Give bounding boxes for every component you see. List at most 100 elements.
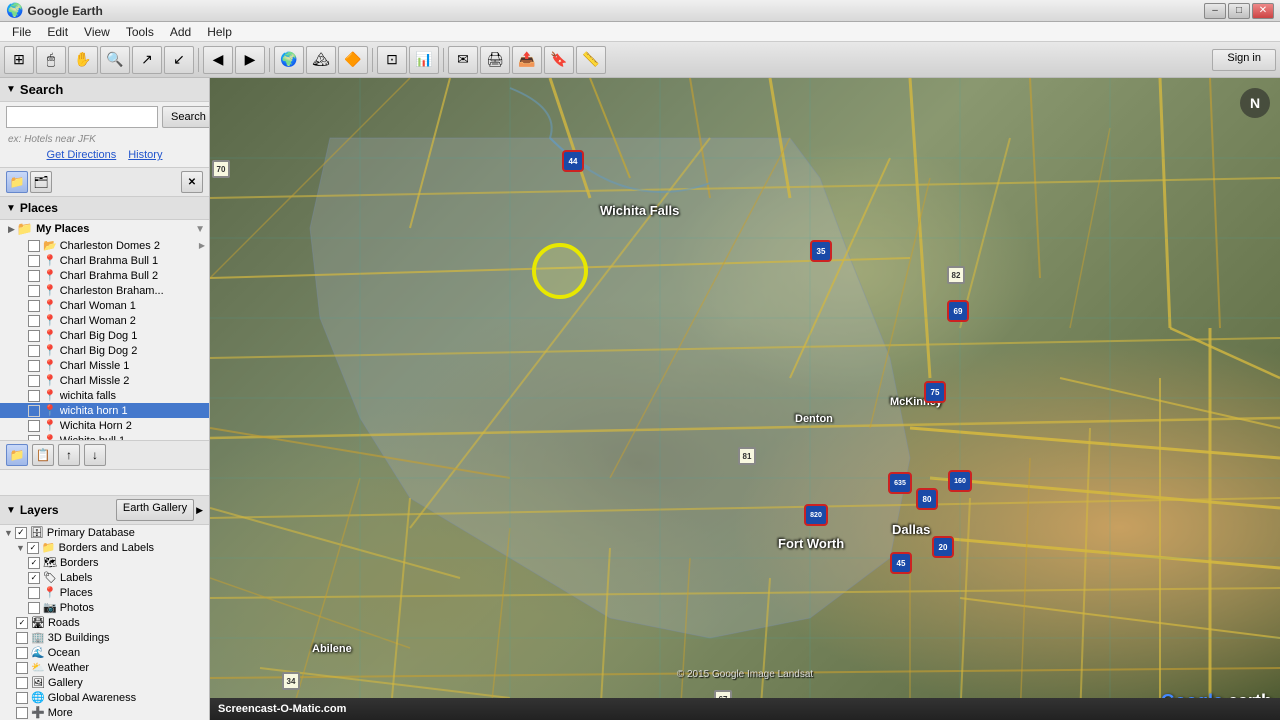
search-collapse-arrow[interactable]: ▼ — [6, 84, 16, 95]
checkbox-icon[interactable]: ✓ — [28, 572, 40, 584]
close-panel-btn[interactable]: ✕ — [181, 171, 203, 193]
layer-global-awareness[interactable]: 🌐 Global Awareness — [0, 690, 209, 705]
places-collapse-arrow[interactable]: ▼ — [6, 203, 16, 214]
checkbox-icon[interactable] — [28, 602, 40, 614]
toolbar-ne-btn[interactable]: ↗ — [132, 46, 162, 74]
history-link[interactable]: History — [128, 149, 162, 161]
search-button[interactable]: Search — [162, 106, 210, 128]
checkbox-icon[interactable] — [28, 390, 40, 402]
layer-more[interactable]: ➕ More — [0, 705, 209, 720]
checkbox-icon[interactable] — [16, 677, 28, 689]
layers-collapse-arrow[interactable]: ▼ — [6, 505, 16, 516]
toolbar-back-btn[interactable]: ◀ — [203, 46, 233, 74]
checkbox-icon[interactable] — [28, 285, 40, 297]
checkbox-icon[interactable]: ✓ — [28, 557, 40, 569]
toolbar-measure-btn[interactable]: 📏 — [576, 46, 606, 74]
panel-folder-btn[interactable]: 📁 — [6, 171, 28, 193]
places-item-charl-big-dog-1[interactable]: 📍 Charl Big Dog 1 — [0, 328, 209, 343]
close-button[interactable]: ✕ — [1252, 3, 1274, 19]
toolbar-polygon-btn[interactable]: 🔶 — [338, 46, 368, 74]
layer-weather[interactable]: ⛅ Weather — [0, 660, 209, 675]
checkbox-icon[interactable] — [28, 330, 40, 342]
panel-list-btn[interactable]: 🗂 — [30, 171, 52, 193]
toolbar-pan-btn[interactable]: ✋ — [68, 46, 98, 74]
places-item-charl-big-dog-2[interactable]: 📍 Charl Big Dog 2 — [0, 343, 209, 358]
layer-places[interactable]: 📍 Places — [0, 585, 209, 600]
checkbox-icon[interactable] — [28, 300, 40, 312]
toolbar-print-btn[interactable]: 🖨 — [480, 46, 510, 74]
checkbox-icon[interactable] — [28, 345, 40, 357]
places-list-btn[interactable]: 📋 — [32, 444, 54, 466]
layer-roads[interactable]: ✓ 🛣 Roads — [0, 615, 209, 630]
toolbar-upload-btn[interactable]: 📤 — [512, 46, 542, 74]
places-item-wichita-horn-1[interactable]: 📍 wichita horn 1 — [0, 403, 209, 418]
minimize-button[interactable]: – — [1204, 3, 1226, 19]
checkbox-icon[interactable] — [16, 692, 28, 704]
layer-borders-labels[interactable]: ▼ ✓ 📁 Borders and Labels — [0, 540, 209, 555]
toolbar-earth-btn[interactable]: 🌍 — [274, 46, 304, 74]
search-header[interactable]: ▼ Search — [0, 78, 209, 102]
places-item-wichita-falls[interactable]: 📍 wichita falls — [0, 388, 209, 403]
places-item-charl-brahma-bull-1[interactable]: 📍 Charl Brahma Bull 1 — [0, 253, 209, 268]
toolbar-sw-btn[interactable]: ↙ — [164, 46, 194, 74]
scroll-down-icon[interactable]: ▼ — [195, 224, 205, 235]
places-root-item[interactable]: ▶ 📁 My Places ▼ — [0, 220, 209, 238]
layer-borders[interactable]: ✓ 🗺 Borders — [0, 555, 209, 570]
places-item-charleston-braham[interactable]: 📍 Charleston Braham... — [0, 283, 209, 298]
checkbox-icon[interactable] — [28, 360, 40, 372]
menu-view[interactable]: View — [76, 23, 118, 41]
layer-photos[interactable]: 📷 Photos — [0, 600, 209, 615]
toolbar-email-btn[interactable]: ✉ — [448, 46, 478, 74]
places-header[interactable]: ▼ Places — [0, 197, 209, 220]
checkbox-icon[interactable] — [28, 255, 40, 267]
layer-labels[interactable]: ✓ 🏷 Labels — [0, 570, 209, 585]
toolbar-forward-btn[interactable]: ▶ — [235, 46, 265, 74]
checkbox-icon[interactable]: ✓ — [15, 527, 27, 539]
maximize-button[interactable]: □ — [1228, 3, 1250, 19]
get-directions-link[interactable]: Get Directions — [47, 149, 117, 161]
checkbox-icon[interactable] — [16, 662, 28, 674]
toolbar-view-btn[interactable]: ⊞ — [4, 46, 34, 74]
scroll-right-icon[interactable]: ▶ — [199, 241, 205, 250]
checkbox-icon[interactable] — [16, 647, 28, 659]
places-item-charl-woman-1[interactable]: 📍 Charl Woman 1 — [0, 298, 209, 313]
layer-gallery[interactable]: 🖼 Gallery — [0, 675, 209, 690]
checkbox-icon[interactable] — [28, 375, 40, 387]
menu-add[interactable]: Add — [162, 23, 199, 41]
places-item-wichita-bull-1[interactable]: 📍 Wichita bull 1 — [0, 433, 209, 440]
signin-button[interactable]: Sign in — [1212, 49, 1276, 71]
layer-3d-buildings[interactable]: 🏢 3D Buildings — [0, 630, 209, 645]
checkbox-icon[interactable] — [28, 420, 40, 432]
places-item-charl-missle-1[interactable]: 📍 Charl Missle 1 — [0, 358, 209, 373]
checkbox-icon[interactable] — [28, 405, 40, 417]
map-area[interactable]: Wichita Falls Denton McKinney Fort Worth… — [210, 78, 1280, 720]
toolbar-terrain-btn[interactable]: 🏔 — [306, 46, 336, 74]
checkbox-icon[interactable] — [16, 632, 28, 644]
checkbox-icon[interactable] — [28, 240, 40, 252]
toolbar-zoom-btn[interactable]: 🔍 — [100, 46, 130, 74]
menu-file[interactable]: File — [4, 23, 39, 41]
checkbox-icon[interactable] — [28, 270, 40, 282]
places-item-charl-woman-2[interactable]: 📍 Charl Woman 2 — [0, 313, 209, 328]
toolbar-nav-btn[interactable]: 🖱 — [36, 46, 66, 74]
toolbar-chart-btn[interactable]: 📊 — [409, 46, 439, 74]
checkbox-icon[interactable]: ✓ — [16, 617, 28, 629]
layer-ocean[interactable]: 🌊 Ocean — [0, 645, 209, 660]
places-move-up-btn[interactable]: ↑ — [58, 444, 80, 466]
checkbox-icon[interactable] — [28, 435, 40, 441]
places-move-down-btn[interactable]: ↓ — [84, 444, 106, 466]
search-input[interactable] — [6, 106, 158, 128]
places-item-charl-missle-2[interactable]: 📍 Charl Missle 2 — [0, 373, 209, 388]
checkbox-icon[interactable] — [16, 707, 28, 719]
checkbox-icon[interactable]: ✓ — [27, 542, 39, 554]
menu-help[interactable]: Help — [199, 23, 240, 41]
places-item-charleston-domes-2[interactable]: 📂 Charleston Domes 2 ▶ — [0, 238, 209, 253]
toolbar-bookmark-btn[interactable]: 🔖 — [544, 46, 574, 74]
places-folder-btn[interactable]: 📁 — [6, 444, 28, 466]
toolbar-grid-btn[interactable]: ⊡ — [377, 46, 407, 74]
menu-edit[interactable]: Edit — [39, 23, 76, 41]
places-item-wichita-horn-2[interactable]: 📍 Wichita Horn 2 — [0, 418, 209, 433]
checkbox-icon[interactable] — [28, 587, 40, 599]
earth-gallery-btn[interactable]: Earth Gallery — [116, 499, 194, 521]
layer-primary-db[interactable]: ▼ ✓ 🗄 Primary Database — [0, 525, 209, 540]
